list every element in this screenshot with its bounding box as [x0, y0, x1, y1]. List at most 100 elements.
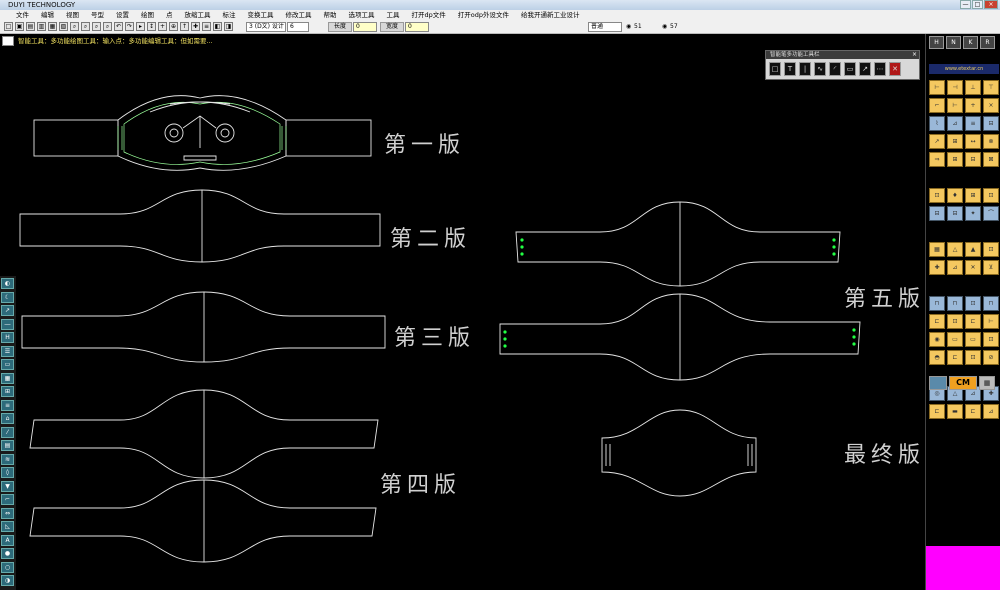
palette-tool-2[interactable]: |	[799, 62, 811, 76]
panel-tool-48[interactable]: ⊓	[929, 296, 945, 311]
toolbar-icon-10[interactable]: ↶	[114, 22, 123, 31]
toolbar-icon-20[interactable]: ◨	[224, 22, 233, 31]
menu-item-2[interactable]: 视图	[66, 10, 79, 20]
color-swatch[interactable]	[926, 546, 1000, 590]
left-tool-1[interactable]: ☾	[1, 291, 14, 303]
left-tool-12[interactable]: ▤	[1, 440, 14, 451]
toolbar-icon-4[interactable]: ▦	[48, 22, 57, 31]
menu-item-16[interactable]: 给我开通新工业设计	[521, 10, 580, 20]
panel-tool-41[interactable]: ⊿	[947, 260, 963, 275]
toolbar-icon-15[interactable]: ⊕	[169, 22, 178, 31]
toolbar-icon-9[interactable]: ⌕	[103, 22, 112, 31]
smart-pen-palette[interactable]: 智能笔多功能工具栏 × □ T | ∿ ◜ ▭ ↗ ⋯ ✕	[765, 50, 920, 80]
panel-tool-58[interactable]: ▭	[965, 332, 981, 347]
pattern-v1[interactable]	[33, 95, 372, 171]
panel-tool-50[interactable]: ⊡	[965, 296, 981, 311]
left-tool-5[interactable]: ☰	[1, 345, 14, 357]
toolbar-icon-13[interactable]: ↕	[147, 22, 156, 31]
panel-tool-31[interactable]: ⌒	[983, 206, 999, 221]
panel-tool-63[interactable]: ⊘	[983, 350, 999, 365]
panel-tool-43[interactable]: ⊻	[983, 260, 999, 275]
left-tool-6[interactable]: ▭	[1, 359, 14, 370]
panel-tool-2[interactable]: ⊥	[965, 80, 981, 95]
menu-item-0[interactable]: 文件	[16, 10, 29, 20]
panel-tool-7[interactable]: ×	[983, 98, 999, 113]
panel-tool-59[interactable]: ⊡	[983, 332, 999, 347]
menu-item-4[interactable]: 设置	[116, 10, 129, 20]
left-tool-7[interactable]: ▦	[1, 372, 14, 384]
menu-item-14[interactable]: 打开dp文件	[412, 10, 446, 20]
layer-select[interactable]: 3 (D文) 设计	[246, 22, 286, 32]
close-button[interactable]: ×	[984, 0, 998, 9]
panel-tool-10[interactable]: ≡	[965, 116, 981, 131]
panel-tool-62[interactable]: ⊡	[965, 350, 981, 365]
menu-item-1[interactable]: 编辑	[41, 10, 54, 20]
panel-tool-36[interactable]: ▦	[929, 242, 945, 257]
size-field[interactable]: 6	[287, 22, 309, 32]
panel-tool-74[interactable]: ⊏	[965, 404, 981, 419]
calculator-icon[interactable]: ▦	[979, 376, 995, 390]
panel-tool-37[interactable]: △	[947, 242, 963, 257]
panel-tool-27[interactable]: ⊡	[983, 188, 999, 203]
palette-close-icon[interactable]: ×	[912, 51, 917, 59]
unit-cm-button[interactable]: CM	[949, 376, 977, 390]
palette-tool-3[interactable]: ∿	[814, 62, 826, 76]
left-tool-8[interactable]: ⊞	[1, 386, 14, 397]
panel-tool-13[interactable]: ⊞	[947, 134, 963, 149]
panel-tool-57[interactable]: ▭	[947, 332, 963, 347]
panel-tool-4[interactable]: ⌐	[929, 98, 945, 113]
panel-tool-15[interactable]: ⊗	[983, 134, 999, 149]
panel-tool-73[interactable]: ▬	[947, 404, 963, 419]
unit-blank-button[interactable]	[929, 376, 947, 390]
panel-tool-53[interactable]: ⊡	[947, 314, 963, 329]
left-tool-19[interactable]: A	[1, 534, 14, 546]
panel-tool-19[interactable]: ⊠	[983, 152, 999, 167]
panel-top-button-3[interactable]: R	[980, 36, 995, 49]
panel-top-button-2[interactable]: K	[963, 36, 978, 49]
panel-tool-17[interactable]: ⊞	[947, 152, 963, 167]
left-tool-13[interactable]: ≋	[1, 453, 14, 465]
palette-tool-6[interactable]: ↗	[859, 62, 871, 76]
panel-tool-56[interactable]: ◉	[929, 332, 945, 347]
panel-tool-75[interactable]: ⊿	[983, 404, 999, 419]
length-field[interactable]: 0	[353, 22, 377, 32]
panel-tool-29[interactable]: ⊟	[947, 206, 963, 221]
maximize-button[interactable]: □	[972, 0, 983, 9]
panel-tool-28[interactable]: ⊟	[929, 206, 945, 221]
panel-tool-25[interactable]: ♦	[947, 188, 963, 203]
left-tool-18[interactable]: ◺	[1, 521, 14, 532]
toolbar-icon-2[interactable]: ▤	[26, 22, 35, 31]
panel-tool-61[interactable]: ⊏	[947, 350, 963, 365]
left-tool-11[interactable]: ⁄	[1, 426, 14, 438]
toolbar-icon-6[interactable]: ⌕	[70, 22, 79, 31]
palette-tool-5[interactable]: ▭	[844, 62, 856, 76]
menu-item-13[interactable]: 工具	[387, 10, 400, 20]
panel-tool-55[interactable]: ⊢	[983, 314, 999, 329]
toolbar-icon-14[interactable]: +	[158, 22, 167, 31]
menu-item-5[interactable]: 绘图	[141, 10, 154, 20]
minimize-button[interactable]: —	[960, 0, 971, 9]
panel-tool-1[interactable]: ⊣	[947, 80, 963, 95]
pattern-v3[interactable]	[21, 291, 386, 363]
panel-tool-60[interactable]: ◓	[929, 350, 945, 365]
toolbar-icon-1[interactable]: ▣	[15, 22, 24, 31]
panel-top-button-0[interactable]: H	[929, 36, 944, 49]
panel-tool-18[interactable]: ⊟	[965, 152, 981, 167]
panel-top-button-1[interactable]: N	[946, 36, 961, 49]
menu-item-7[interactable]: 放缩工具	[185, 10, 211, 20]
left-tool-10[interactable]: ⌂	[1, 413, 14, 424]
menu-item-10[interactable]: 修改工具	[286, 10, 312, 20]
panel-tool-8[interactable]: ⌇	[929, 116, 945, 131]
toolbar-icon-3[interactable]: ▥	[37, 22, 46, 31]
left-tool-17[interactable]: ⇔	[1, 507, 14, 519]
panel-tool-14[interactable]: ↔	[965, 134, 981, 149]
panel-tool-49[interactable]: ⊓	[947, 296, 963, 311]
drawing-canvas[interactable]: 第一版 第二版 第三版 第四版 第五版 最终版	[0, 47, 925, 590]
mode-select[interactable]: 普通	[588, 22, 622, 32]
left-tool-4[interactable]: H	[1, 332, 14, 343]
left-tool-3[interactable]: ―	[1, 318, 14, 330]
left-tool-9[interactable]: ≡	[1, 399, 14, 411]
palette-title-bar[interactable]: 智能笔多功能工具栏 ×	[766, 51, 919, 59]
left-tool-20[interactable]: ●	[1, 548, 14, 559]
panel-tool-3[interactable]: ⊤	[983, 80, 999, 95]
